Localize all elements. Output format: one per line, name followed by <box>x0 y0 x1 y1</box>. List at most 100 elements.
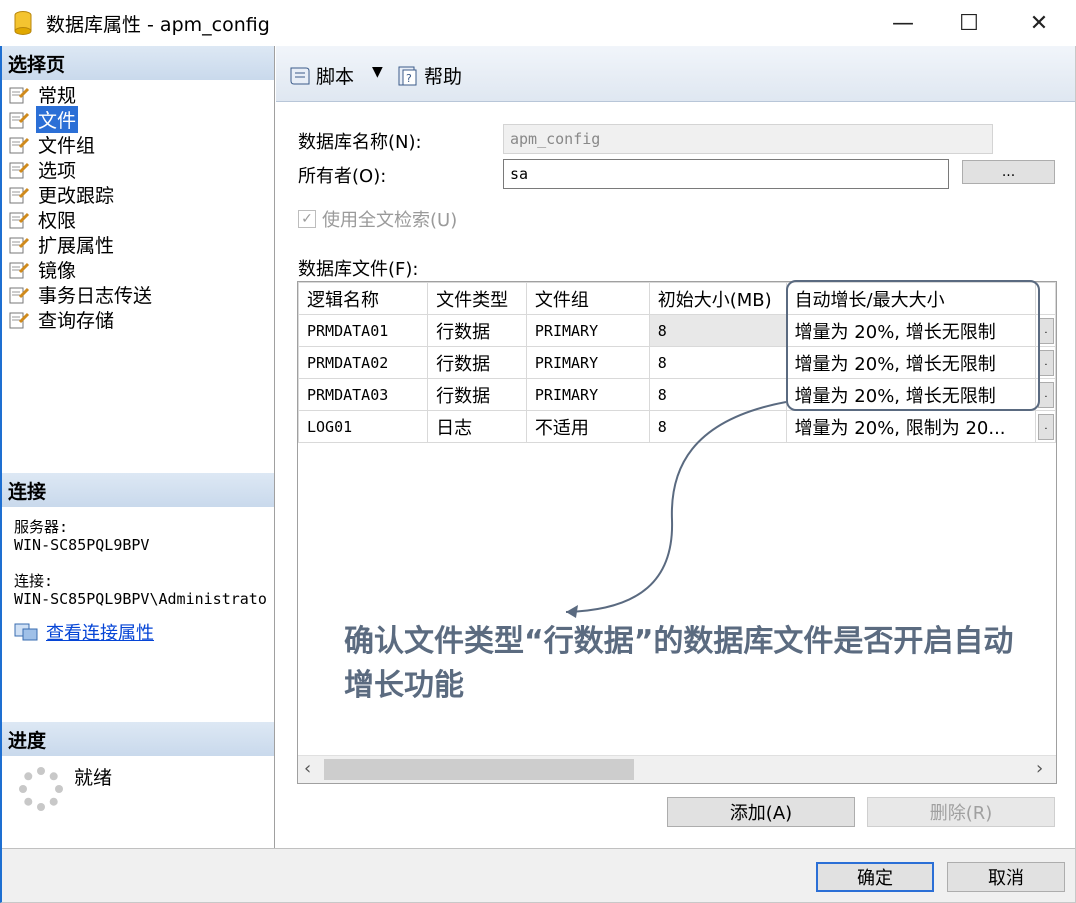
nav-item-label: 更改跟踪 <box>38 185 115 207</box>
scroll-left-icon[interactable]: ‹ <box>304 758 311 779</box>
filegroup-cell[interactable]: PRIMARY <box>525 314 650 347</box>
annotation-text: 确认文件类型“行数据”的数据库文件是否开启自动增长功能 <box>344 624 1014 703</box>
logical-name-cell[interactable]: PRMDATA01 <box>298 314 429 347</box>
autogrowth-cell: 增量为 20%, 增长无限制 <box>785 314 1036 347</box>
scrollbar-thumb[interactable] <box>324 759 634 780</box>
nav-item-log-shipping[interactable]: 事务日志传送 <box>8 282 154 307</box>
page-wrench-icon <box>9 312 30 328</box>
progress-header: 进度 <box>2 722 274 756</box>
maximize-icon: ☐ <box>959 10 979 36</box>
autogrowth-browse-button[interactable]: . <box>1034 346 1056 379</box>
db-files-label: 数据库文件(F): <box>298 259 419 280</box>
page-wrench-icon <box>9 162 30 178</box>
add-button[interactable]: 添加(A) <box>667 797 855 827</box>
script-button[interactable]: 脚本 <box>288 62 354 89</box>
help-label: 帮助 <box>424 66 463 88</box>
column-header[interactable]: 初始大小(MB) <box>648 282 787 315</box>
title-bar: 数据库属性 - apm_config — ☐ ✕ <box>0 0 1076 46</box>
close-button[interactable]: ✕ <box>1006 0 1072 46</box>
nav-item-label: 事务日志传送 <box>38 285 153 307</box>
filegroup-cell[interactable]: PRIMARY <box>525 378 650 411</box>
initial-size-cell[interactable]: 8 <box>648 314 787 347</box>
column-header[interactable]: 文件类型 <box>427 282 527 315</box>
nav-item-options[interactable]: 选项 <box>8 157 78 182</box>
autogrowth-browse-button[interactable]: . <box>1034 378 1056 411</box>
nav-item-files[interactable]: 文件 <box>8 106 79 133</box>
owner-browse-button[interactable]: ... <box>962 160 1055 184</box>
page-wrench-icon <box>9 237 30 253</box>
page-wrench-icon <box>9 212 30 228</box>
close-icon: ✕ <box>1029 10 1049 36</box>
initial-size-cell[interactable]: 8 <box>648 410 787 443</box>
db-files-grid[interactable]: 逻辑名称 文件类型 文件组 初始大小(MB) 自动增长/最大大小 PRMDATA… <box>297 281 1057 784</box>
logical-name-cell[interactable]: PRMDATA02 <box>298 346 429 379</box>
initial-size-cell[interactable]: 8 <box>648 378 787 411</box>
remove-button[interactable]: 删除(R) <box>867 797 1055 827</box>
autogrowth-cell: 增量为 20%, 增长无限制 <box>785 378 1036 411</box>
page-wrench-icon <box>9 137 30 153</box>
table-header-row: 逻辑名称 文件类型 文件组 初始大小(MB) 自动增长/最大大小 <box>298 282 1056 315</box>
owner-label: 所有者(O): <box>298 166 387 187</box>
nav-item-label: 扩展属性 <box>38 235 115 257</box>
view-connection-link[interactable]: 查看连接属性 <box>46 619 154 645</box>
maximize-button[interactable]: ☐ <box>936 0 1002 46</box>
table-row[interactable]: PRMDATA02 行数据 PRIMARY 8 增量为 20%, 增长无限制 . <box>298 346 1056 379</box>
nav-item-general[interactable]: 常规 <box>8 82 78 107</box>
nav-item-filegroups[interactable]: 文件组 <box>8 132 97 157</box>
horizontal-scrollbar[interactable]: ‹ › <box>298 755 1056 783</box>
table-row[interactable]: PRMDATA01 行数据 PRIMARY 8 增量为 20%, 增长无限制 . <box>298 314 1056 347</box>
logical-name-cell[interactable]: PRMDATA03 <box>298 378 429 411</box>
logical-name-cell[interactable]: LOG01 <box>298 410 429 443</box>
fulltext-checkbox: ✓ 使用全文检索(U) <box>298 206 457 232</box>
nav-item-label: 镜像 <box>38 260 77 282</box>
file-type-cell[interactable]: 行数据 <box>427 378 527 411</box>
table-row[interactable]: LOG01 日志 不适用 8 增量为 20%, 限制为 20... . <box>298 410 1056 443</box>
column-header[interactable]: 文件组 <box>525 282 650 315</box>
column-header-spacer <box>1034 282 1056 315</box>
database-icon <box>14 11 32 35</box>
svg-text:?: ? <box>406 72 412 85</box>
files-table: 逻辑名称 文件类型 文件组 初始大小(MB) 自动增长/最大大小 PRMDATA… <box>298 282 1056 443</box>
autogrowth-cell: 增量为 20%, 限制为 20... <box>785 410 1036 443</box>
nav-item-label: 权限 <box>38 210 77 232</box>
nav-item-label: 文件 <box>36 106 79 133</box>
db-name-label: 数据库名称(N): <box>298 132 422 153</box>
left-panel: 选择页 常规 文件 文件组 选项 更改跟踪 权限 扩展属性 镜像 事务日志传送 … <box>2 46 275 848</box>
nav-item-mirroring[interactable]: 镜像 <box>8 257 78 282</box>
connection-header: 连接 <box>2 473 274 507</box>
file-type-cell[interactable]: 行数据 <box>427 314 527 347</box>
initial-size-cell[interactable]: 8 <box>648 346 787 379</box>
chevron-down-icon: ▼ <box>372 64 383 80</box>
cancel-button[interactable]: 取消 <box>947 862 1065 892</box>
nav-item-label: 常规 <box>38 85 77 107</box>
script-dropdown-button[interactable]: ▼ <box>372 64 383 80</box>
owner-field[interactable]: sa <box>503 159 949 189</box>
minimize-button[interactable]: — <box>870 0 936 46</box>
select-page-header: 选择页 <box>2 46 274 80</box>
view-connection-properties[interactable]: 查看连接属性 <box>14 619 154 645</box>
help-button[interactable]: ? 帮助 <box>396 62 462 89</box>
column-header[interactable]: 自动增长/最大大小 <box>785 282 1036 315</box>
page-wrench-icon <box>9 87 30 103</box>
progress-status: 就绪 <box>74 767 113 789</box>
nav-item-extended-properties[interactable]: 扩展属性 <box>8 232 116 257</box>
column-header[interactable]: 逻辑名称 <box>298 282 429 315</box>
table-row[interactable]: PRMDATA03 行数据 PRIMARY 8 增量为 20%, 增长无限制 . <box>298 378 1056 411</box>
page-wrench-icon <box>9 287 30 303</box>
nav-item-label: 选项 <box>38 160 77 182</box>
nav-item-change-tracking[interactable]: 更改跟踪 <box>8 182 116 207</box>
autogrowth-browse-button[interactable]: . <box>1034 410 1056 443</box>
filegroup-cell[interactable]: 不适用 <box>525 410 650 443</box>
dialog-button-bar: 确定 取消 <box>2 848 1075 903</box>
filegroup-cell[interactable]: PRIMARY <box>525 346 650 379</box>
fulltext-label: 使用全文检索(U) <box>322 210 458 231</box>
autogrowth-browse-button[interactable]: . <box>1034 314 1056 347</box>
file-type-cell[interactable]: 行数据 <box>427 346 527 379</box>
nav-item-label: 查询存储 <box>38 310 115 332</box>
scroll-right-icon[interactable]: › <box>1036 758 1043 779</box>
autogrowth-cell: 增量为 20%, 增长无限制 <box>785 346 1036 379</box>
nav-item-query-store[interactable]: 查询存储 <box>8 307 116 332</box>
file-type-cell[interactable]: 日志 <box>427 410 527 443</box>
nav-item-permissions[interactable]: 权限 <box>8 207 78 232</box>
ok-button[interactable]: 确定 <box>816 862 934 892</box>
